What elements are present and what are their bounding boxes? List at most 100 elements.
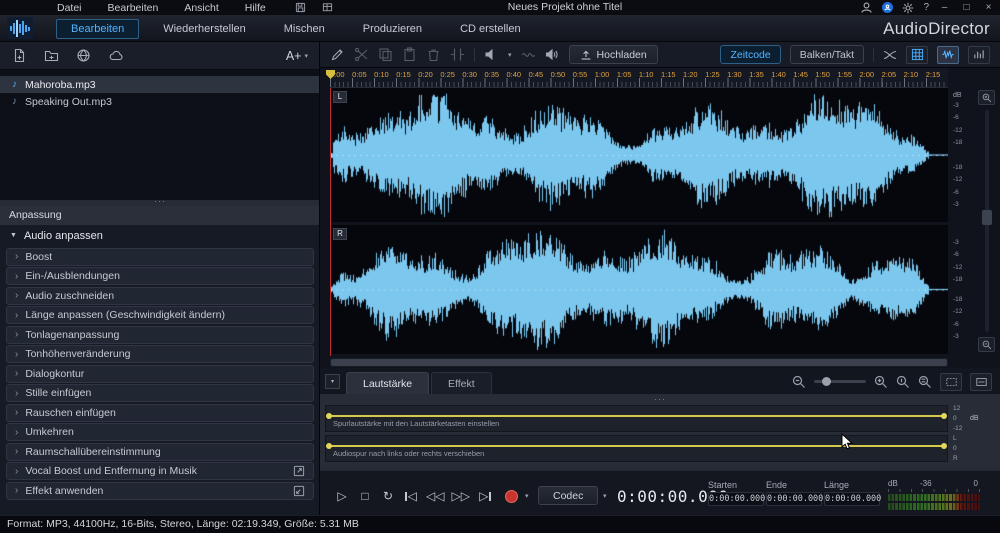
waveform-view-button[interactable]	[937, 45, 959, 64]
waveform-canvas-left[interactable]	[330, 88, 948, 222]
rewind-button[interactable]: ◁◁	[426, 487, 444, 505]
end-time-value[interactable]: 0:00:00.000	[766, 492, 823, 506]
zoom-selection-button[interactable]	[940, 372, 962, 391]
tree-item[interactable]: › Boost	[6, 247, 314, 266]
horizontal-scrollbar[interactable]	[330, 358, 948, 367]
tree-item[interactable]: › Länge anpassen (Geschwindigkeit ändern…	[6, 306, 314, 324]
edit-selection-icon[interactable]	[330, 47, 345, 62]
menu-ansicht[interactable]: Ansicht	[171, 2, 231, 14]
timeline-ruler[interactable]: 0:00 0:05 0:10 0:15 0:20 0:25 0:30 0:35 0:40 0:45…	[330, 68, 948, 88]
vertical-zoom-thumb[interactable]	[982, 210, 992, 225]
file-row-speaking-out[interactable]: ♪ Speaking Out.mp3	[0, 93, 319, 110]
vertical-zoom-out-button[interactable]	[978, 337, 995, 352]
signed-in-avatar[interactable]	[882, 2, 894, 13]
zoom-actual-icon[interactable]	[896, 375, 910, 389]
upload-button[interactable]: Hochladen	[568, 45, 658, 64]
tab-effekt[interactable]: Effekt	[431, 372, 492, 394]
tab-lautstaerke[interactable]: Lautstärke	[346, 372, 430, 394]
minimize-button[interactable]: –	[938, 0, 951, 15]
zoom-out-icon[interactable]	[792, 375, 806, 389]
bars-beats-toggle-button[interactable]: Balken/Takt	[789, 45, 864, 64]
fast-forward-button[interactable]: ▷▷	[451, 487, 469, 505]
go-to-end-button[interactable]: ▷	[477, 487, 493, 505]
save-project-icon[interactable]	[295, 2, 306, 13]
record-button[interactable]	[504, 489, 518, 503]
start-time-value[interactable]: 0:00:00.000	[708, 492, 765, 506]
envelope-keyframe[interactable]	[941, 443, 947, 449]
menu-datei[interactable]: Datei	[44, 2, 95, 14]
envelope-keyframe[interactable]	[326, 443, 332, 449]
apply-effect-icon[interactable]	[293, 485, 305, 497]
spectral-view-button[interactable]	[968, 45, 990, 64]
zoom-slider-thumb[interactable]	[822, 376, 831, 386]
tab-mischen[interactable]: Mischen	[270, 20, 339, 38]
tab-bearbeiten[interactable]: Bearbeiten	[56, 18, 140, 39]
trim-icon[interactable]	[450, 47, 465, 62]
envelope-keyframe[interactable]	[326, 413, 332, 419]
import-media-icon[interactable]	[12, 48, 27, 63]
timecode-toggle-button[interactable]: Zeitcode	[720, 45, 781, 64]
snap-grid-icon[interactable]	[906, 45, 928, 64]
file-row-mahoroba[interactable]: ♪ Mahoroba.mp3	[0, 76, 319, 93]
vertical-zoom-in-button[interactable]	[978, 90, 995, 105]
tree-item[interactable]: › Dialogkontur	[6, 364, 314, 383]
menu-hilfe[interactable]: Hilfe	[232, 2, 279, 14]
tab-wiederherstellen[interactable]: Wiederherstellen	[149, 20, 260, 38]
user-account-icon[interactable]	[860, 1, 873, 14]
volume-envelope-strip[interactable]: Spurlautstärke mit den Lautstärketasten …	[325, 405, 948, 432]
menu-bearbeiten[interactable]: Bearbeiten	[95, 2, 172, 14]
copy-icon[interactable]	[378, 47, 393, 62]
delete-icon[interactable]	[426, 47, 441, 62]
tree-item[interactable]: › Ein-/Ausblendungen	[6, 267, 314, 285]
tree-item[interactable]: › Raumschallübereinstimmung	[6, 442, 314, 461]
zoom-in-icon[interactable]	[874, 375, 888, 389]
scrollbar-thumb[interactable]	[331, 359, 947, 366]
go-to-start-button[interactable]: ◁	[403, 487, 419, 505]
pan-envelope-strip[interactable]: Audiospur nach links oder rechts verschi…	[325, 435, 948, 462]
cut-icon[interactable]	[354, 47, 369, 62]
tree-item[interactable]: › Rauschen einfügen	[6, 403, 314, 422]
volume-envelope-line[interactable]	[328, 415, 945, 417]
chevron-down-icon[interactable]: ▾	[508, 51, 512, 59]
workspace-layout-icon[interactable]	[322, 2, 333, 13]
maximize-button[interactable]: □	[960, 0, 973, 15]
import-folder-icon[interactable]	[44, 48, 59, 63]
record-options-icon[interactable]: ▾	[525, 492, 529, 500]
tree-group-audio-anpassen[interactable]: ▼ Audio anpassen	[0, 225, 319, 246]
volume-tool-icon[interactable]	[484, 47, 499, 62]
settings-gear-icon[interactable]	[902, 2, 914, 14]
stop-button[interactable]: □	[357, 487, 373, 505]
close-button[interactable]: ×	[982, 0, 995, 15]
loop-button[interactable]: ↻	[380, 487, 396, 505]
length-value[interactable]: 0:00:00.000	[824, 492, 881, 506]
tree-item[interactable]: › Umkehren	[6, 423, 314, 441]
tree-item[interactable]: › Audio zuschneiden	[6, 286, 314, 305]
collapse-panel-button[interactable]: ▾	[325, 374, 340, 389]
zoom-full-view-button[interactable]	[970, 372, 992, 391]
paste-icon[interactable]	[402, 47, 417, 62]
codec-dropdown-icon[interactable]: ▾	[603, 492, 607, 500]
match-volume-icon[interactable]	[521, 47, 536, 62]
tab-cd-erstellen[interactable]: CD erstellen	[446, 20, 535, 38]
help-icon[interactable]: ?	[923, 2, 929, 13]
tree-item-effekt-anwenden[interactable]: › Effekt anwenden	[6, 481, 314, 500]
speaker-icon[interactable]	[545, 47, 560, 62]
codec-button[interactable]: Codec	[538, 486, 599, 505]
zoom-slider[interactable]	[814, 376, 866, 386]
play-button[interactable]: ▷	[334, 487, 350, 505]
crossfade-icon[interactable]	[883, 48, 897, 62]
text-size-control[interactable]: A+ ▾	[286, 49, 308, 63]
panel-drag-handle[interactable]: ···	[654, 395, 666, 404]
waveform-track-left[interactable]: L	[330, 88, 948, 222]
tree-item[interactable]: › Tonlagenanpassung	[6, 325, 314, 344]
waveform-canvas-right[interactable]	[330, 225, 948, 354]
tree-item[interactable]: › Tonhöhenveränderung	[6, 345, 314, 363]
open-window-icon[interactable]	[293, 465, 305, 477]
tree-item[interactable]: › Stille einfügen	[6, 384, 314, 402]
envelope-keyframe[interactable]	[941, 413, 947, 419]
cloud-icon[interactable]	[108, 48, 124, 63]
zoom-fit-icon[interactable]	[918, 375, 932, 389]
tab-produzieren[interactable]: Produzieren	[349, 20, 436, 38]
download-media-icon[interactable]	[76, 48, 91, 63]
tree-item-vocal-boost[interactable]: › Vocal Boost und Entfernung in Musik	[6, 462, 314, 480]
